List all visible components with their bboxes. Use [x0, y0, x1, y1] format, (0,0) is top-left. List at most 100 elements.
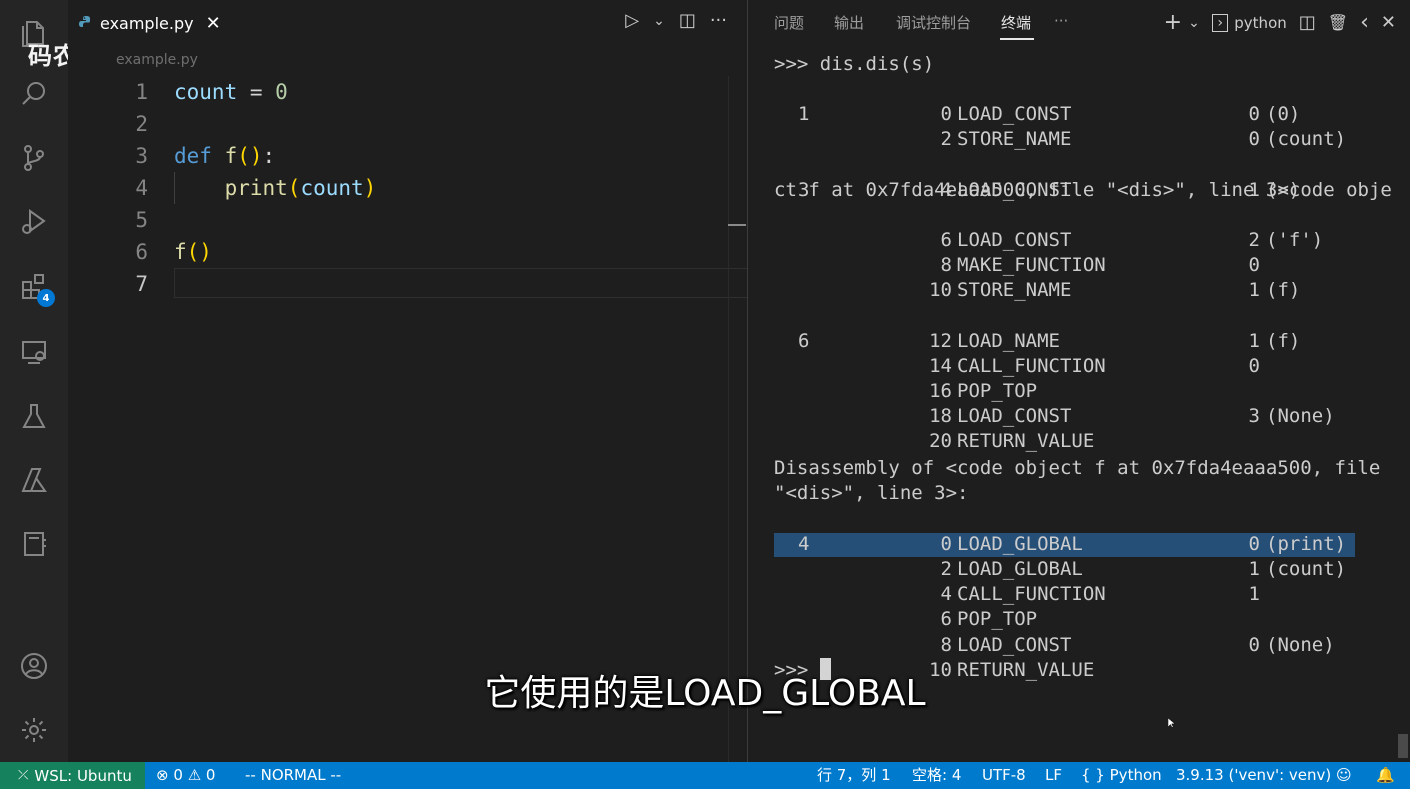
notifications-bell-icon[interactable]: 🔔	[1376, 762, 1395, 789]
line-number: 6	[135, 240, 148, 264]
bytecode-offset: 10	[929, 279, 952, 301]
code-line: 2	[68, 108, 747, 140]
error-icon: ⊗	[156, 766, 169, 784]
bytecode-row: 8 LOAD_CONST 0 (None)	[774, 608, 1374, 656]
activity-bar: 4	[0, 0, 68, 762]
code-text: print(count)	[174, 172, 377, 204]
close-panel-icon[interactable]: ✕	[1381, 12, 1396, 33]
token-function: print	[224, 176, 288, 200]
new-terminal-icon[interactable]: +	[1164, 10, 1182, 35]
bytecode-row: 10 RETURN_VALUE	[774, 633, 1374, 681]
python-interpreter[interactable]: 3.9.13 ('venv': venv)	[1176, 762, 1331, 789]
wrapped-line: ct f at 0x7fda4eaaa500, file "<dis>", li…	[774, 179, 1301, 201]
kill-terminal-icon[interactable]: 🗑	[1328, 13, 1348, 32]
bytecode-row: 6 12 LOAD_NAME 1 (f)	[774, 304, 1374, 352]
source-control-icon[interactable]	[16, 140, 52, 176]
line-number: 4	[135, 176, 148, 200]
azure-icon[interactable]	[16, 462, 52, 498]
encoding[interactable]: UTF-8	[982, 762, 1026, 789]
arg-description: (count)	[1266, 128, 1347, 150]
warning-icon: ⚠	[187, 766, 202, 784]
oparg: 1	[1248, 279, 1260, 301]
more-actions-icon[interactable]: ···	[710, 10, 727, 31]
run-debug-icon[interactable]	[16, 204, 52, 240]
split-editor-icon[interactable]: ◫	[679, 10, 696, 31]
code-line: 3 def f():	[68, 140, 747, 172]
problems-indicator[interactable]: ⊗ 0 ⚠ 0	[156, 762, 215, 789]
code-text: count = 0	[174, 76, 288, 108]
bytecode-row: 6 POP_TOP	[774, 582, 1374, 630]
remote-indicator[interactable]: ⤫ WSL: Ubuntu	[0, 762, 145, 789]
active-tab-underline	[1000, 38, 1034, 40]
bytecode-row: 4 0 LOAD_GLOBAL 0 (print)	[774, 507, 1374, 555]
panel-tabs: 问题 输出 调试控制台 终端 ··· + ⌄ › python ◫ 🗑 ‹ ✕	[748, 0, 1410, 44]
code-line: 7	[68, 268, 747, 300]
indentation[interactable]: 空格: 4	[912, 762, 961, 789]
bytecode-offset: 20	[929, 430, 952, 452]
line-number: 2	[135, 112, 148, 136]
bytecode-row: 3 4 LOAD_CONST 1 (<code obje	[774, 153, 1394, 201]
token-function: f	[174, 240, 187, 264]
token-paren: )	[363, 176, 377, 200]
editor-tabbar: example.py ✕ ▷ ⌄ ◫ ···	[68, 0, 747, 46]
bytecode-row: 6 LOAD_CONST 2 ('f')	[774, 203, 1374, 251]
terminal-scrollbar[interactable]	[1398, 734, 1408, 758]
language-label: Python	[1109, 766, 1162, 784]
notebook-icon[interactable]	[16, 526, 52, 562]
panel-actions: + ⌄ › python ◫ 🗑 ‹ ✕	[1164, 10, 1396, 35]
code-line: 6 f()	[68, 236, 747, 268]
minimap-cursor-mark	[728, 224, 746, 226]
code-line: 1 count = 0	[68, 76, 747, 108]
opcode: STORE_NAME	[957, 279, 1072, 301]
token-variable: count	[300, 176, 364, 200]
previous-terminal-icon[interactable]: ‹	[1360, 10, 1369, 35]
editor-scrollbar[interactable]	[728, 76, 729, 762]
end-of-line[interactable]: LF	[1045, 762, 1062, 789]
tab-terminal[interactable]: 终端	[1001, 12, 1031, 33]
arg-description: (f)	[1266, 279, 1301, 301]
token-keyword: def	[174, 144, 212, 168]
panel-more-icon[interactable]: ···	[1054, 12, 1068, 30]
tab-example-py[interactable]: example.py ✕	[78, 8, 221, 38]
tab-label: example.py	[100, 13, 194, 33]
bytecode-row: 18 LOAD_CONST 3 (None)	[774, 379, 1374, 427]
run-python-file-icon[interactable]: ▷	[625, 10, 639, 31]
code-text: f()	[174, 236, 212, 268]
tab-debug-console[interactable]: 调试控制台	[896, 12, 971, 33]
opcode: RETURN_VALUE	[957, 430, 1095, 452]
cursor-position[interactable]: 行 7，列 1	[817, 762, 891, 789]
code-line: 5	[68, 204, 747, 236]
bytecode-row: 4 CALL_FUNCTION 1	[774, 557, 1374, 605]
terminal-profile-chevron-icon[interactable]: ⌄	[1188, 15, 1200, 31]
language-mode[interactable]: { } Python	[1081, 762, 1162, 789]
remote-explorer-icon[interactable]	[16, 334, 52, 370]
bytecode-row: 1 0 LOAD_CONST 0 (0)	[774, 77, 1374, 125]
terminal-shell-label[interactable]: python	[1234, 14, 1286, 32]
breadcrumb[interactable]: example.py	[116, 52, 198, 68]
feedback-icon[interactable]: ☺	[1336, 762, 1352, 789]
terminal-prompt-line: >>> dis.dis(s)	[774, 53, 935, 75]
testing-icon[interactable]	[16, 398, 52, 434]
error-count: 0	[173, 766, 183, 784]
bytecode-offset: 2	[940, 128, 952, 150]
token-colon: :	[262, 144, 276, 168]
search-icon[interactable]	[16, 76, 52, 112]
remote-icon: ⤫	[18, 768, 29, 783]
tab-close-icon[interactable]: ✕	[206, 13, 221, 34]
token-paren: ()	[237, 144, 263, 168]
mouse-pointer-icon	[1168, 718, 1176, 728]
disassembly-header: Disassembly of <code object f at 0x7fda4…	[774, 457, 1381, 479]
code-area[interactable]: 1 count = 0 2 3 def f(): 4 print(count) …	[68, 76, 747, 300]
video-subtitle: 它使用的是LOAD_GLOBAL	[484, 673, 926, 714]
run-menu-chevron-icon[interactable]: ⌄	[653, 13, 665, 29]
tab-output[interactable]: 输出	[834, 12, 864, 33]
line-number: 1	[135, 80, 148, 104]
editor-actions: ▷ ⌄ ◫ ···	[625, 10, 727, 31]
bytecode-row: 8 MAKE_FUNCTION 0	[774, 228, 1374, 276]
terminal-shell-icon: ›	[1211, 13, 1229, 32]
tab-problems[interactable]: 问题	[774, 12, 804, 33]
settings-gear-icon[interactable]	[16, 712, 52, 748]
split-terminal-icon[interactable]: ◫	[1299, 12, 1316, 33]
python-file-icon	[79, 16, 90, 27]
remote-label: WSL: Ubuntu	[34, 766, 132, 785]
